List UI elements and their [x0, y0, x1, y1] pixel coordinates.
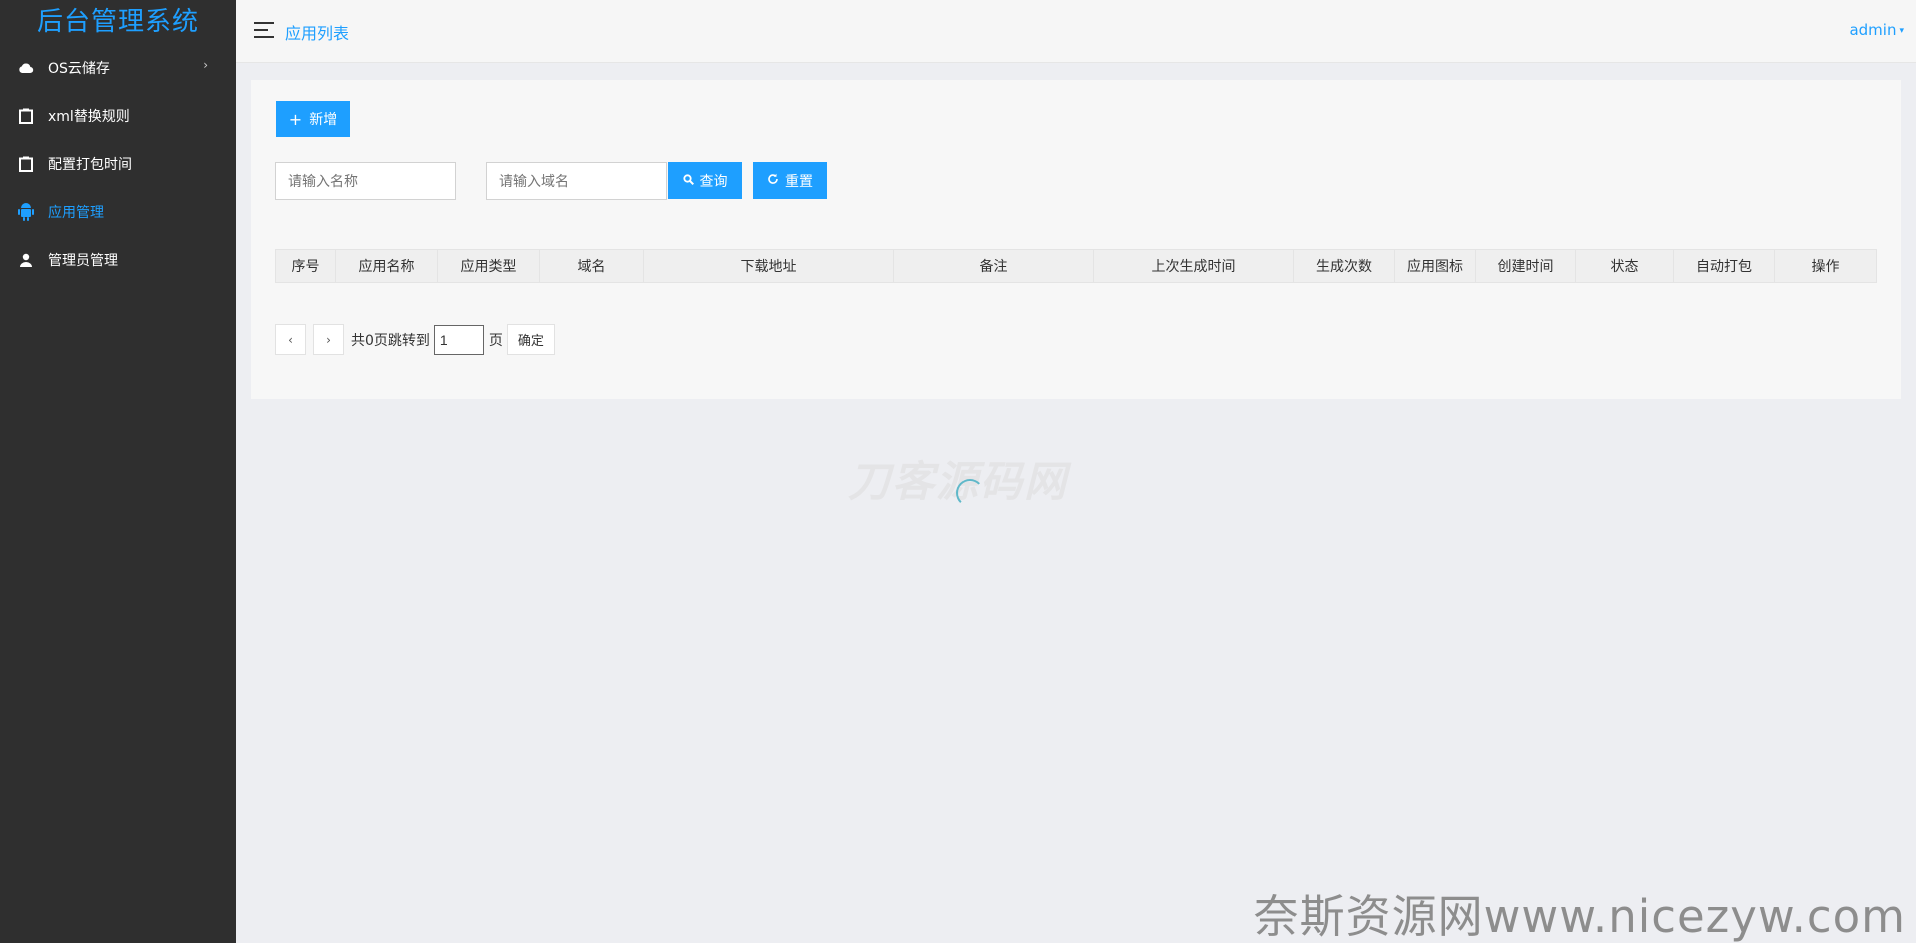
prev-page-button[interactable]: ‹	[275, 324, 306, 355]
page-total-text: 共0页跳转到	[351, 332, 430, 349]
username: admin	[1849, 21, 1897, 39]
col-index: 序号	[276, 250, 336, 282]
col-created-time: 创建时间	[1476, 250, 1576, 282]
pagination: ‹ › 共0页跳转到 页 确定	[275, 324, 555, 355]
table-header: 序号 应用名称 应用类型 域名 下载地址 备注 上次生成时间 生成次数 应用图标…	[275, 249, 1877, 283]
col-app-icon: 应用图标	[1395, 250, 1476, 282]
plus-icon: +	[288, 109, 303, 129]
col-remark: 备注	[894, 250, 1094, 282]
bottom-watermark: 奈斯资源网www.nicezyw.com	[1253, 890, 1906, 943]
breadcrumb[interactable]: 应用列表	[285, 20, 349, 44]
loading-spinner-icon	[956, 479, 984, 507]
name-search-input[interactable]	[275, 162, 456, 200]
top-header: 应用列表 admin ▾	[236, 0, 1916, 63]
search-button[interactable]: 查询	[668, 162, 742, 199]
search-icon	[682, 173, 694, 188]
page-suffix: 页	[488, 332, 503, 349]
sidebar-item-label: 应用管理	[48, 205, 104, 221]
next-page-button[interactable]: ›	[313, 324, 344, 355]
content-panel: + 新增 查询 重置 序号 应用名称 应用类型 域名 下载地址 备注 上次生成时…	[251, 80, 1901, 399]
col-app-type: 应用类型	[438, 250, 540, 282]
page-jump-input[interactable]	[433, 324, 484, 355]
cloud-icon	[18, 60, 34, 76]
search-button-label: 查询	[699, 173, 728, 190]
add-button[interactable]: + 新增	[276, 101, 350, 137]
col-last-generated: 上次生成时间	[1094, 250, 1294, 282]
brand-title: 后台管理系统	[36, 7, 199, 37]
domain-search-input[interactable]	[486, 162, 667, 200]
col-status: 状态	[1576, 250, 1674, 282]
sidebar: 后台管理系统 OS云储存 › xml替换规则 配置打包时间 应用管理 管理员管理	[0, 0, 236, 943]
col-auto-package: 自动打包	[1674, 250, 1775, 282]
col-app-name: 应用名称	[336, 250, 438, 282]
sidebar-item-label: 管理员管理	[48, 253, 118, 269]
menu-toggle-icon[interactable]	[254, 22, 274, 38]
reset-button[interactable]: 重置	[753, 162, 827, 199]
col-actions: 操作	[1811, 259, 1840, 275]
col-domain: 域名	[540, 250, 644, 282]
clipboard-icon	[18, 108, 34, 124]
sidebar-item-admin-management[interactable]: 管理员管理	[0, 236, 236, 284]
user-menu[interactable]: admin ▾	[1849, 21, 1904, 39]
caret-down-icon: ▾	[1899, 25, 1904, 36]
sidebar-item-os-cloud-storage[interactable]: OS云储存 ›	[0, 44, 236, 92]
sidebar-item-label: 配置打包时间	[48, 157, 132, 173]
col-generate-count: 生成次数	[1294, 250, 1395, 282]
android-icon	[18, 203, 34, 221]
page-confirm-button[interactable]: 确定	[506, 324, 555, 355]
sidebar-item-package-time[interactable]: 配置打包时间	[0, 140, 236, 188]
user-icon	[18, 252, 34, 268]
add-button-label: 新增	[309, 112, 338, 128]
sidebar-item-label: xml替换规则	[48, 109, 130, 125]
refresh-icon	[767, 173, 779, 188]
chevron-right-icon: ›	[203, 58, 208, 72]
clipboard-icon	[18, 156, 34, 172]
reset-button-label: 重置	[785, 173, 813, 190]
sidebar-item-xml-rules[interactable]: xml替换规则	[0, 92, 236, 140]
col-download-url: 下载地址	[644, 250, 894, 282]
sidebar-item-label: OS云储存	[48, 61, 110, 77]
sidebar-item-app-management[interactable]: 应用管理	[0, 188, 236, 236]
